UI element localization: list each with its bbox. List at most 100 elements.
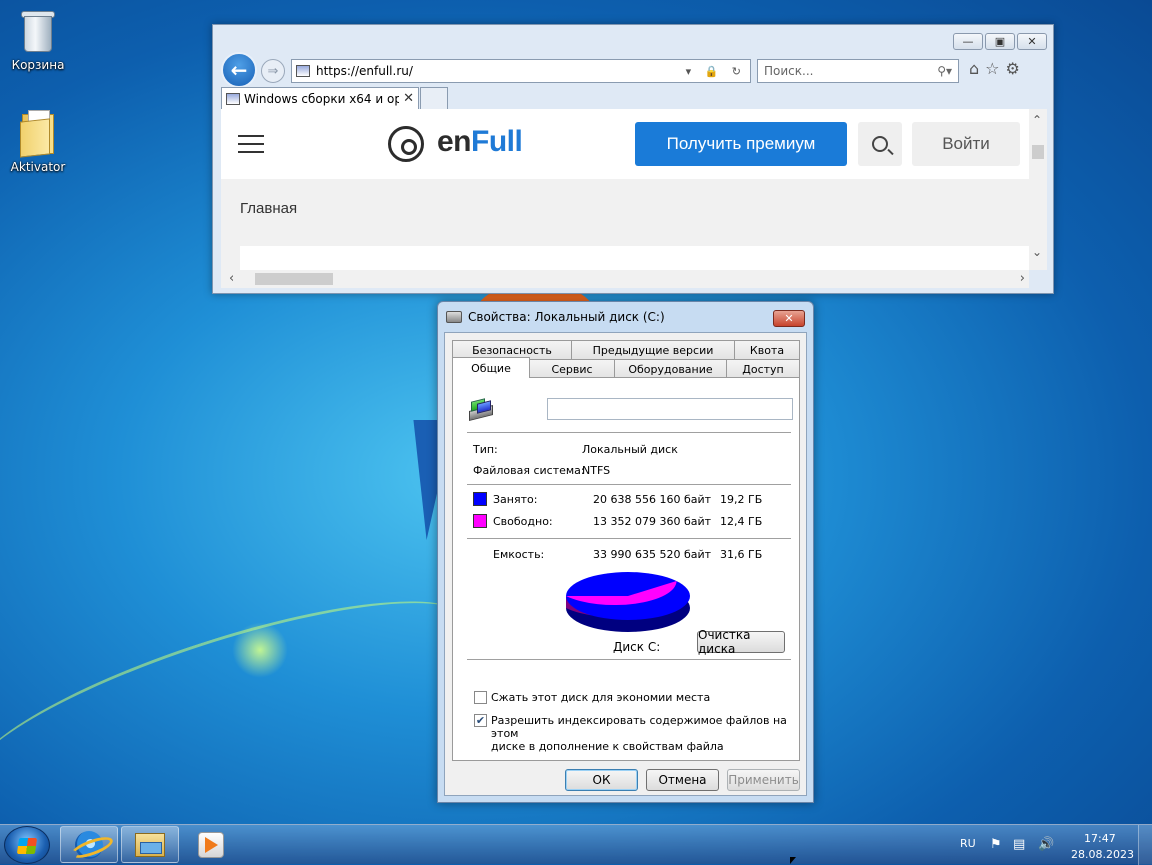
- dialog-close-button[interactable]: ✕: [773, 310, 805, 327]
- allow-indexing-label-line2: диске в дополнение к свойствам файла: [491, 740, 724, 753]
- favorites-star-icon[interactable]: ☆: [985, 59, 999, 78]
- desktop-icon-aktivator[interactable]: Aktivator: [0, 108, 76, 174]
- chevron-up-icon[interactable]: ⌃: [1032, 113, 1042, 127]
- window-controls: — ▣ ✕: [953, 33, 1047, 50]
- minimize-button[interactable]: —: [953, 33, 983, 50]
- start-button[interactable]: [4, 826, 50, 864]
- tab-close-icon[interactable]: ✕: [403, 91, 414, 106]
- show-desktop-button[interactable]: [1138, 825, 1152, 865]
- address-url[interactable]: https://enfull.ru/: [316, 64, 686, 78]
- divider: [467, 659, 791, 660]
- folder-icon: [16, 108, 60, 158]
- back-button[interactable]: ←: [221, 52, 257, 88]
- recycle-bin-icon: [16, 6, 60, 54]
- ok-button[interactable]: ОК: [565, 769, 638, 791]
- arrow-left-icon: ←: [230, 58, 248, 82]
- divider: [467, 432, 791, 433]
- action-center-flag-icon[interactable]: ⚑: [990, 837, 1002, 852]
- tab-sharing[interactable]: Доступ: [726, 359, 800, 378]
- general-tab-panel: Тип: Локальный диск Файловая система: NT…: [452, 377, 800, 761]
- new-tab-button[interactable]: [420, 87, 448, 109]
- search-box[interactable]: Поиск... ⚲▾: [757, 59, 959, 83]
- divider: [467, 538, 791, 539]
- home-icon[interactable]: ⌂: [969, 59, 979, 78]
- tab-title: Windows сборки x64 и ор...: [244, 91, 400, 106]
- disk-cleanup-button[interactable]: Очистка диска: [697, 628, 785, 656]
- volume-label-input[interactable]: [547, 398, 793, 420]
- capacity-gb: 31,6 ГБ: [720, 548, 763, 561]
- volume-icon[interactable]: 🔊: [1038, 837, 1054, 852]
- drive-icon: [446, 311, 462, 323]
- media-player-icon: [198, 831, 224, 858]
- address-bar[interactable]: https://enfull.ru/ ▾ 🔒 ↻: [291, 59, 751, 83]
- get-premium-button[interactable]: Получить премиум: [635, 122, 847, 166]
- settings-gear-icon[interactable]: ⚙: [1006, 59, 1020, 78]
- browser-tab[interactable]: Windows сборки x64 и ор... ✕: [221, 87, 419, 109]
- clock-time[interactable]: 17:47: [1084, 832, 1116, 845]
- horizontal-scrollbar[interactable]: ‹ ›: [221, 270, 1029, 288]
- local-disk-icon: [467, 398, 495, 422]
- network-icon[interactable]: ▤: [1013, 837, 1025, 852]
- compress-drive-label[interactable]: Сжать этот диск для экономии места: [491, 691, 710, 704]
- used-label: Занято:: [493, 493, 538, 506]
- dialog-title: Свойства: Локальный диск (C:): [468, 310, 665, 324]
- clock-date[interactable]: 28.08.2023: [1071, 848, 1134, 861]
- disk-usage-pie-chart: [566, 572, 690, 632]
- page-viewport: enFull Получить премиум Войти Главная: [221, 109, 1029, 270]
- taskbar: RU ⚑ ▤ 🔊 17:47 28.08.2023: [0, 824, 1152, 865]
- chevron-down-icon[interactable]: ⌄: [1032, 245, 1042, 259]
- content-card: [240, 246, 1029, 270]
- tab-general[interactable]: Общие: [452, 357, 530, 378]
- taskbar-media-player[interactable]: [182, 826, 240, 863]
- allow-indexing-checkbox[interactable]: ✔: [474, 714, 487, 727]
- restore-button[interactable]: ▣: [985, 33, 1015, 50]
- tab-previous-versions[interactable]: Предыдущие версии: [571, 340, 735, 359]
- language-indicator[interactable]: RU: [960, 837, 976, 850]
- divider: [467, 484, 791, 485]
- tab-quota[interactable]: Квота: [734, 340, 800, 359]
- apply-button[interactable]: Применить: [727, 769, 800, 791]
- allow-indexing-label-line1: Разрешить индексировать содержимое файло…: [491, 714, 787, 740]
- taskbar-internet-explorer[interactable]: [60, 826, 118, 863]
- capacity-label: Емкость:: [493, 548, 545, 561]
- compress-drive-checkbox[interactable]: [474, 691, 487, 704]
- search-icon[interactable]: ⚲▾: [937, 64, 952, 78]
- dialog-body: Безопасность Предыдущие версии Квота Общ…: [444, 332, 807, 796]
- wallpaper-light-streak: [0, 562, 486, 838]
- desktop-icon-recycle-bin[interactable]: Корзина: [0, 6, 76, 72]
- browser-window: — ▣ ✕ ← ⇒ https://enfull.ru/ ▾ 🔒 ↻ Поиск…: [212, 24, 1054, 294]
- filesystem-label: Файловая система:: [473, 464, 585, 477]
- forward-button[interactable]: ⇒: [261, 59, 285, 83]
- site-logo-text[interactable]: enFull: [437, 125, 523, 159]
- free-bytes: 13 352 079 360 байт: [593, 515, 712, 528]
- disk-caption: Диск C:: [613, 640, 661, 654]
- windows-explorer-icon: [135, 832, 165, 857]
- arrow-right-icon: ⇒: [267, 63, 279, 79]
- site-search-button[interactable]: [858, 122, 902, 166]
- hamburger-menu-icon[interactable]: [238, 135, 264, 159]
- tab-hardware[interactable]: Оборудование: [614, 359, 727, 378]
- site-header: enFull Получить премиум Войти: [221, 109, 1029, 179]
- address-tools[interactable]: ▾ 🔒 ↻: [686, 65, 746, 78]
- site-logo-icon[interactable]: [388, 126, 424, 162]
- used-gb: 19,2 ГБ: [720, 493, 763, 506]
- tab-tools[interactable]: Сервис: [529, 359, 615, 378]
- tab-favicon-icon: [226, 92, 240, 105]
- type-value: Локальный диск: [582, 443, 678, 456]
- chevron-left-icon[interactable]: ‹: [229, 271, 234, 286]
- scrollbar-thumb[interactable]: [255, 273, 333, 285]
- chevron-right-icon[interactable]: ›: [1020, 271, 1025, 286]
- type-label: Тип:: [473, 443, 498, 456]
- capacity-bytes: 33 990 635 520 байт: [593, 548, 712, 561]
- login-button[interactable]: Войти: [912, 122, 1020, 166]
- wallpaper-light-glow: [230, 620, 290, 680]
- cancel-button[interactable]: Отмена: [646, 769, 719, 791]
- close-button[interactable]: ✕: [1017, 33, 1047, 50]
- vertical-scrollbar[interactable]: ⌃ ⌄: [1029, 109, 1047, 270]
- scrollbar-thumb[interactable]: [1032, 145, 1044, 159]
- taskbar-windows-explorer[interactable]: [121, 826, 179, 863]
- free-space-swatch: [473, 514, 487, 528]
- breadcrumb[interactable]: Главная: [240, 200, 297, 217]
- allow-indexing-label[interactable]: Разрешить индексировать содержимое файло…: [491, 714, 799, 753]
- disk-properties-dialog: Свойства: Локальный диск (C:) ✕ Безопасн…: [437, 301, 814, 803]
